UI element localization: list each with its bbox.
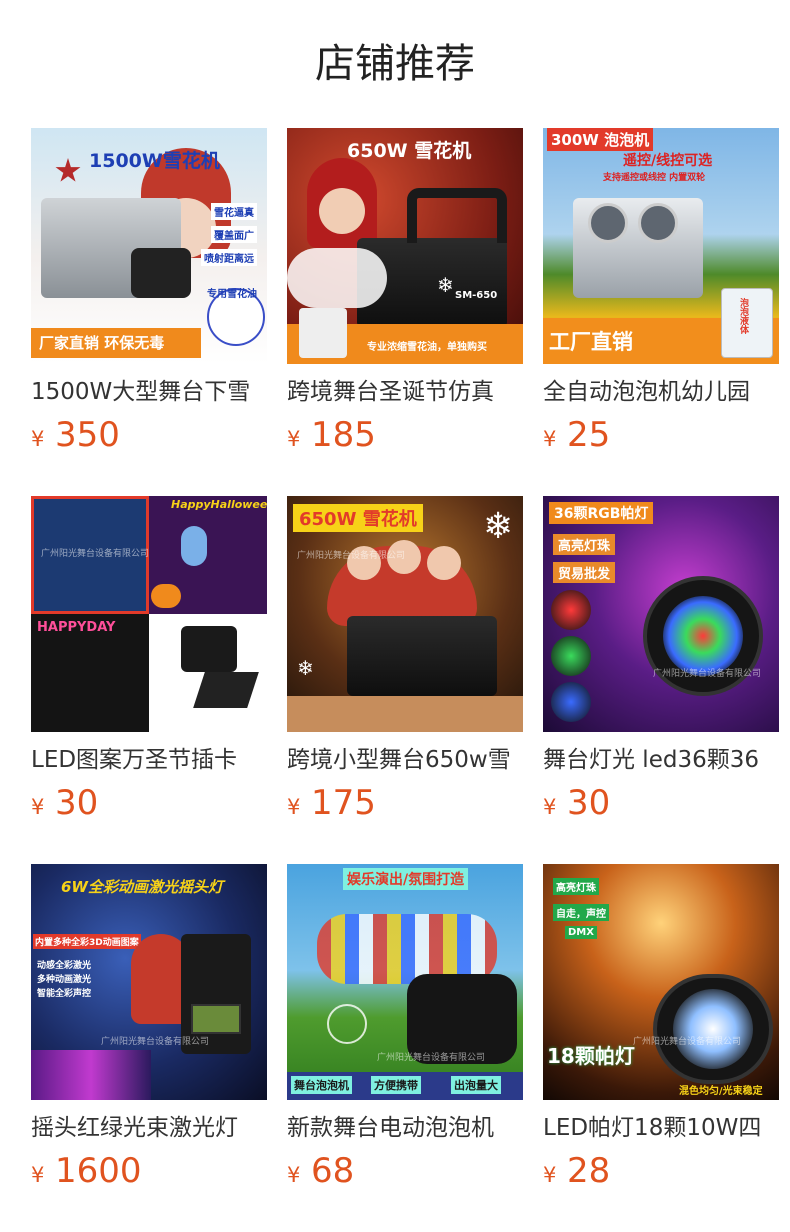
image-tag: 智能全彩声控 <box>37 989 92 999</box>
image-tag: 出泡量大 <box>451 1076 501 1094</box>
price-value: 185 <box>311 415 376 455</box>
image-tag: 高亮灯珠 <box>553 878 599 895</box>
product-image[interactable]: 娱乐演出/氛围打造 舞台泡泡机 方便携带 出泡量大 广州阳光舞台设备有限公司 <box>287 864 523 1100</box>
product-card[interactable]: 300W 泡泡机 遥控/线控可选 支持遥控或线控 内置双轮 工厂直销 泡泡液体 … <box>543 128 779 455</box>
image-tag: 动感全彩激光 <box>37 961 92 971</box>
price-value: 175 <box>311 783 376 823</box>
product-image[interactable]: 650W 雪花机 SM-650 ❄ 专业浓缩雪花油，单独购买 <box>287 128 523 364</box>
product-price: ¥25 <box>543 414 610 456</box>
image-tag: 喷射距离远 <box>201 249 257 266</box>
price-value: 1600 <box>55 1151 142 1191</box>
image-tag: 方便携带 <box>371 1076 421 1094</box>
product-grid: 1500W雪花机 雪花逼真 覆盖面广 喷射距离远 专用雪花油 厂家直销 环保无毒… <box>0 0 790 1232</box>
product-name[interactable]: 跨境舞台圣诞节仿真 <box>287 376 523 408</box>
product-card[interactable]: 1500W雪花机 雪花逼真 覆盖面广 喷射距离远 专用雪花油 厂家直销 环保无毒… <box>31 128 267 455</box>
price-value: 68 <box>311 1151 355 1191</box>
image-banner: 娱乐演出/氛围打造 <box>343 868 469 890</box>
product-name[interactable]: LED帕灯18颗10W四 <box>543 1112 779 1144</box>
product-card[interactable]: 高亮灯珠 自走，声控 DMX 18颗帕灯 混色均匀/光束稳定 广州阳光舞台设备有… <box>543 864 779 1191</box>
product-price: ¥175 <box>287 782 376 824</box>
image-footer: 专业浓缩雪花油，单独购买 <box>367 342 487 353</box>
product-price: ¥68 <box>287 1150 354 1192</box>
image-subtitle: 遥控/线控可选 <box>623 153 713 169</box>
product-name[interactable]: 跨境小型舞台650w雪 <box>287 744 523 776</box>
image-footer: 混色均匀/光束稳定 <box>679 1086 763 1097</box>
image-tag: 泡泡液体 <box>738 298 748 334</box>
product-card[interactable]: HappyHalloween HAPPYDAY 广州阳光舞台设备有限公司 LED… <box>31 496 267 823</box>
currency-symbol: ¥ <box>287 427 301 451</box>
image-subtitle: 内置多种全彩3D动画图案 <box>33 934 141 949</box>
image-subtitle: 18颗帕灯 <box>547 1044 635 1068</box>
currency-symbol: ¥ <box>287 795 301 819</box>
product-name[interactable]: 舞台灯光 led36颗36 <box>543 744 779 776</box>
product-price: ¥350 <box>31 414 120 456</box>
image-banner: 6W全彩动画激光摇头灯 <box>61 878 223 896</box>
image-banner: 1500W雪花机 <box>89 150 220 172</box>
price-value: 30 <box>567 783 611 823</box>
currency-symbol: ¥ <box>31 795 45 819</box>
product-name[interactable]: 全自动泡泡机幼儿园 <box>543 376 779 408</box>
product-image[interactable]: 300W 泡泡机 遥控/线控可选 支持遥控或线控 内置双轮 工厂直销 泡泡液体 <box>543 128 779 364</box>
price-value: 30 <box>55 783 99 823</box>
image-tag: 贸易批发 <box>553 562 616 583</box>
product-price: ¥185 <box>287 414 376 456</box>
price-value: 28 <box>567 1151 611 1191</box>
product-name[interactable]: 1500W大型舞台下雪 <box>31 376 267 408</box>
image-tag: 舞台泡泡机 <box>291 1076 352 1094</box>
snowflake-icon: ❄ <box>483 506 514 547</box>
image-tag: DMX <box>565 926 597 939</box>
product-image[interactable]: 1500W雪花机 雪花逼真 覆盖面广 喷射距离远 专用雪花油 厂家直销 环保无毒 <box>31 128 267 364</box>
product-price: ¥28 <box>543 1150 610 1192</box>
product-image[interactable]: 36颗RGB帕灯 高亮灯珠 贸易批发 广州阳光舞台设备有限公司 <box>543 496 779 732</box>
product-card[interactable]: 36颗RGB帕灯 高亮灯珠 贸易批发 广州阳光舞台设备有限公司 舞台灯光 led… <box>543 496 779 823</box>
image-banner: 650W 雪花机 <box>347 140 472 162</box>
snowflake-icon: ❄ <box>297 656 314 680</box>
product-card[interactable]: 650W 雪花机 ❄ ❄ 广州阳光舞台设备有限公司 跨境小型舞台650w雪 ¥1… <box>287 496 523 823</box>
product-image[interactable]: 650W 雪花机 ❄ ❄ 广州阳光舞台设备有限公司 <box>287 496 523 732</box>
image-banner: 650W 雪花机 <box>293 504 423 532</box>
image-banner: 300W 泡泡机 <box>547 128 654 151</box>
image-tag: 覆盖面广 <box>211 226 257 243</box>
currency-symbol: ¥ <box>287 1163 301 1187</box>
image-badge: SM-650 <box>455 290 498 301</box>
product-card[interactable]: 6W全彩动画激光摇头灯 内置多种全彩3D动画图案 动感全彩激光 多种动画激光 智… <box>31 864 267 1191</box>
product-image[interactable]: HappyHalloween HAPPYDAY 广州阳光舞台设备有限公司 <box>31 496 267 732</box>
watermark: 广州阳光舞台设备有限公司 <box>633 1037 742 1047</box>
product-price: ¥30 <box>543 782 610 824</box>
image-subtitle-2: 支持遥控或线控 内置双轮 <box>603 173 706 183</box>
watermark: 广州阳光舞台设备有限公司 <box>377 1053 486 1063</box>
product-image[interactable]: 高亮灯珠 自走，声控 DMX 18颗帕灯 混色均匀/光束稳定 广州阳光舞台设备有… <box>543 864 779 1100</box>
product-card[interactable]: 650W 雪花机 SM-650 ❄ 专业浓缩雪花油，单独购买 跨境舞台圣诞节仿真… <box>287 128 523 455</box>
watermark: 广州阳光舞台设备有限公司 <box>297 551 406 561</box>
watermark: 广州阳光舞台设备有限公司 <box>101 1037 210 1047</box>
price-value: 350 <box>55 415 120 455</box>
watermark: 广州阳光舞台设备有限公司 <box>653 669 762 679</box>
image-tag: 多种动画激光 <box>37 975 92 985</box>
image-banner: HappyHalloween <box>171 498 267 511</box>
currency-symbol: ¥ <box>543 795 557 819</box>
product-name[interactable]: 摇头红绿光束激光灯 <box>31 1112 267 1144</box>
image-footer: 厂家直销 环保无毒 <box>39 334 165 352</box>
image-tag: 高亮灯珠 <box>553 534 616 555</box>
product-card[interactable]: 娱乐演出/氛围打造 舞台泡泡机 方便携带 出泡量大 广州阳光舞台设备有限公司 新… <box>287 864 523 1191</box>
product-name[interactable]: 新款舞台电动泡泡机 <box>287 1112 523 1144</box>
watermark: 广州阳光舞台设备有限公司 <box>41 549 150 559</box>
snowflake-icon: ❄ <box>437 273 454 297</box>
product-image[interactable]: 6W全彩动画激光摇头灯 内置多种全彩3D动画图案 动感全彩激光 多种动画激光 智… <box>31 864 267 1100</box>
image-tag: 雪花逼真 <box>211 203 257 220</box>
product-name[interactable]: LED图案万圣节插卡 <box>31 744 267 776</box>
image-tag: 自走，声控 <box>553 904 609 921</box>
currency-symbol: ¥ <box>543 427 557 451</box>
product-price: ¥30 <box>31 782 98 824</box>
currency-symbol: ¥ <box>31 1163 45 1187</box>
image-tag: 专用雪花油 <box>207 289 257 300</box>
image-footer: 工厂直销 <box>549 330 633 354</box>
currency-symbol: ¥ <box>31 427 45 451</box>
currency-symbol: ¥ <box>543 1163 557 1187</box>
price-value: 25 <box>567 415 611 455</box>
image-banner: 36颗RGB帕灯 <box>549 502 654 524</box>
product-price: ¥1600 <box>31 1150 142 1192</box>
image-subtitle: HAPPYDAY <box>37 620 116 635</box>
